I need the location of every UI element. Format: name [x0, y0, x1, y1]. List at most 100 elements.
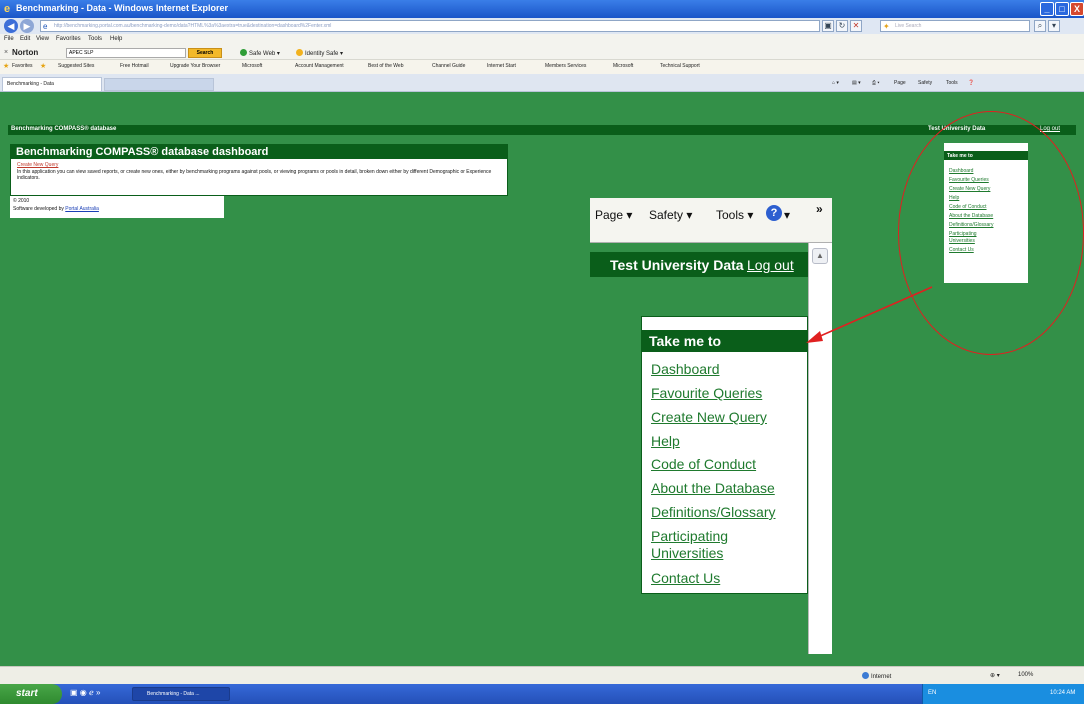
page-icon: e: [43, 22, 48, 31]
search-options-icon[interactable]: ▾: [1048, 20, 1060, 32]
back-button[interactable]: ◀: [4, 19, 18, 33]
add-favorite-icon[interactable]: ★: [40, 62, 46, 70]
menu-bar: File Edit View Favorites Tools Help: [0, 34, 1084, 46]
link-create-new-query[interactable]: Create New Query: [651, 409, 767, 426]
compatibility-icon[interactable]: ▣: [822, 20, 834, 32]
home-icon[interactable]: ⌂ ▾: [832, 80, 839, 86]
inset-separator: [590, 242, 832, 243]
link-contact-us[interactable]: Contact Us: [651, 570, 720, 587]
fav-account-management[interactable]: Account Management: [295, 63, 344, 69]
footer-box: © 2010 Software developed by Portal Aust…: [10, 196, 224, 218]
url-text: http://benchmarking.portal.com.au/benchm…: [54, 23, 332, 29]
help-icon[interactable]: ❓: [968, 80, 974, 86]
norton-logo[interactable]: Norton: [12, 48, 38, 57]
feeds-icon[interactable]: ▤ ▾: [852, 80, 861, 86]
zone-indicator: Internet: [862, 672, 891, 680]
dashboard-box: Benchmarking COMPASS® database dashboard…: [10, 144, 508, 196]
fav-channel-guide[interactable]: Channel Guide: [432, 63, 465, 69]
quick-launch-icons[interactable]: ▣ ◉ ℯ »: [70, 688, 100, 697]
window-title: Benchmarking - Data - Windows Internet E…: [16, 3, 228, 13]
inset-overflow-icon[interactable]: »: [816, 202, 823, 216]
link-participating-1[interactable]: Participating: [651, 528, 728, 545]
take-me-to-header: Take me to: [642, 330, 807, 352]
link-definitions-glossary[interactable]: Definitions/Glossary: [651, 504, 776, 521]
fav-best-of-web[interactable]: Best of the Web: [368, 63, 403, 69]
fav-microsoft-2[interactable]: Microsoft: [613, 63, 633, 69]
link-participating-2[interactable]: Universities: [651, 545, 723, 562]
norton-toolbar: × Norton APEC SLP Search Safe Web ▾ Iden…: [0, 46, 1084, 60]
language-indicator[interactable]: EN: [928, 690, 936, 696]
live-search-input[interactable]: ✦ Live Search: [880, 20, 1030, 32]
norton-search-input[interactable]: APEC SLP: [66, 48, 186, 58]
menu-tools[interactable]: Tools: [88, 36, 102, 42]
tools-menu[interactable]: Tools: [946, 80, 958, 86]
close-toolbar-icon[interactable]: ×: [4, 49, 8, 56]
inset-scrollbar[interactable]: ▲: [808, 243, 832, 654]
inset-help-chevron-icon[interactable]: ▾: [784, 208, 790, 222]
start-button[interactable]: start: [0, 684, 62, 704]
favorites-star-icon: ★: [3, 63, 10, 70]
link-favourite-queries[interactable]: Favourite Queries: [651, 385, 762, 402]
fav-microsoft[interactable]: Microsoft: [242, 63, 262, 69]
search-icon[interactable]: ⌕: [1034, 20, 1046, 32]
inset-help-icon[interactable]: ?: [766, 205, 782, 221]
link-help[interactable]: Help: [651, 433, 680, 450]
inset-tools-menu[interactable]: Tools ▾: [716, 208, 753, 222]
print-icon[interactable]: ⎙ ▾: [872, 80, 880, 86]
inset-page-menu[interactable]: Page ▾: [595, 208, 632, 222]
window-titlebar: e Benchmarking - Data - Windows Internet…: [0, 0, 1084, 18]
fav-technical-support[interactable]: Technical Support: [660, 63, 700, 69]
dashboard-description: In this application you can view saved r…: [17, 169, 492, 181]
annotation-circle: [898, 111, 1084, 355]
inset-logout-link[interactable]: Log out: [747, 257, 794, 273]
menu-file[interactable]: File: [4, 36, 14, 42]
page-menu[interactable]: Page: [894, 80, 906, 86]
refresh-icon[interactable]: ↻: [836, 20, 848, 32]
link-about-database[interactable]: About the Database: [651, 480, 775, 497]
fav-members-services[interactable]: Members Services: [545, 63, 586, 69]
minimize-button[interactable]: _: [1040, 2, 1054, 16]
globe-icon: [862, 672, 869, 679]
menu-view[interactable]: View: [36, 36, 49, 42]
fav-free-hotmail[interactable]: Free Hotmail: [120, 63, 149, 69]
close-button[interactable]: X: [1070, 2, 1084, 16]
address-bar[interactable]: e http://benchmarking.portal.com.au/benc…: [40, 20, 820, 32]
scroll-up-icon[interactable]: ▲: [812, 248, 828, 264]
developer-line: Software developed by Portal Australia: [13, 206, 99, 212]
taskbar-item-ie[interactable]: Benchmarking - Data ...: [132, 687, 230, 701]
menu-favorites[interactable]: Favorites: [56, 36, 81, 42]
live-search-icon: ✦: [883, 22, 890, 31]
menu-edit[interactable]: Edit: [20, 36, 30, 42]
identity-safe-icon: [296, 49, 303, 56]
zoom-level[interactable]: 100%: [1018, 672, 1033, 678]
menu-help[interactable]: Help: [110, 36, 122, 42]
safe-web-button[interactable]: Safe Web ▾: [240, 49, 280, 57]
fav-upgrade-browser[interactable]: Upgrade Your Browser: [170, 63, 220, 69]
new-tab-button[interactable]: [104, 78, 214, 91]
identity-safe-button[interactable]: Identity Safe ▾: [296, 49, 343, 57]
taskbar: start ▣ ◉ ℯ » Benchmarking - Data ... EN…: [0, 684, 1084, 704]
forward-button[interactable]: ▶: [20, 19, 34, 33]
inset-header-bar: Test University Data Log out: [590, 252, 808, 277]
tab-benchmarking[interactable]: Benchmarking - Data: [2, 77, 102, 91]
inset-command-bar: Page ▾ Safety ▾ Tools ▾ ? ▾ »: [590, 198, 832, 243]
fav-internet-start[interactable]: Internet Start: [487, 63, 516, 69]
maximize-button[interactable]: □: [1055, 2, 1069, 16]
stop-icon[interactable]: ✕: [850, 20, 862, 32]
fav-suggested-sites[interactable]: Suggested Sites: [58, 63, 94, 69]
favorites-button[interactable]: Favorites: [12, 63, 33, 69]
site-title: Benchmarking COMPASS® database: [11, 126, 117, 132]
link-dashboard[interactable]: Dashboard: [651, 361, 720, 378]
portal-australia-link[interactable]: Portal Australia: [65, 206, 99, 212]
inset-safety-menu[interactable]: Safety ▾: [649, 208, 692, 222]
link-code-of-conduct[interactable]: Code of Conduct: [651, 456, 756, 473]
ie-logo-icon: e: [4, 3, 11, 15]
safety-menu[interactable]: Safety: [918, 80, 932, 86]
take-me-to-panel: Take me to Dashboard Favourite Queries C…: [641, 316, 808, 594]
inset-user-name: Test University Data: [610, 257, 744, 273]
address-toolbar: ◀ ▶ e http://benchmarking.portal.com.au/…: [0, 18, 1084, 34]
search-placeholder: Live Search: [895, 23, 922, 29]
protected-mode-icon[interactable]: ⊕ ▾: [990, 672, 1000, 679]
create-new-query-link[interactable]: Create New Query: [17, 162, 58, 168]
norton-search-button[interactable]: Search: [188, 48, 222, 58]
